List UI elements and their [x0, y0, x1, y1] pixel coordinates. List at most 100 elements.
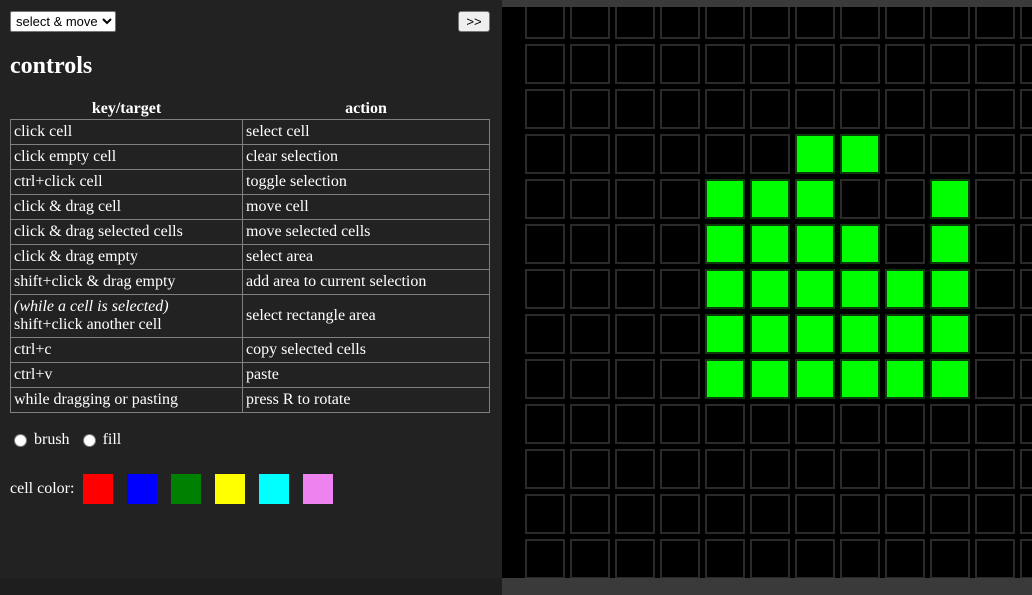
empty-cell[interactable]	[750, 89, 790, 129]
live-cell[interactable]	[795, 359, 835, 399]
empty-cell[interactable]	[660, 359, 700, 399]
empty-cell[interactable]	[750, 7, 790, 39]
empty-cell[interactable]	[570, 449, 610, 489]
empty-cell[interactable]	[660, 404, 700, 444]
live-cell[interactable]	[750, 314, 790, 354]
empty-cell[interactable]	[615, 44, 655, 84]
empty-cell[interactable]	[975, 179, 1015, 219]
empty-cell[interactable]	[795, 539, 835, 578]
color-swatch-cyan[interactable]	[259, 474, 290, 504]
empty-cell[interactable]	[705, 89, 745, 129]
empty-cell[interactable]	[525, 7, 565, 39]
empty-cell[interactable]	[840, 449, 880, 489]
live-cell[interactable]	[705, 359, 745, 399]
empty-cell[interactable]	[615, 494, 655, 534]
brush-option[interactable]: brush	[10, 431, 70, 449]
live-cell[interactable]	[930, 224, 970, 264]
empty-cell[interactable]	[615, 404, 655, 444]
empty-cell[interactable]	[750, 449, 790, 489]
live-cell[interactable]	[840, 224, 880, 264]
empty-cell[interactable]	[660, 179, 700, 219]
empty-cell[interactable]	[660, 539, 700, 578]
empty-cell[interactable]	[885, 449, 925, 489]
empty-cell[interactable]	[570, 539, 610, 578]
empty-cell[interactable]	[975, 7, 1015, 39]
empty-cell[interactable]	[840, 44, 880, 84]
empty-cell[interactable]	[1020, 314, 1032, 354]
empty-cell[interactable]	[930, 89, 970, 129]
empty-cell[interactable]	[975, 224, 1015, 264]
empty-cell[interactable]	[885, 404, 925, 444]
empty-cell[interactable]	[705, 44, 745, 84]
empty-cell[interactable]	[615, 7, 655, 39]
live-cell[interactable]	[885, 359, 925, 399]
empty-cell[interactable]	[885, 179, 925, 219]
live-cell[interactable]	[840, 134, 880, 174]
mode-select[interactable]: select & move	[10, 11, 116, 32]
live-cell[interactable]	[885, 314, 925, 354]
empty-cell[interactable]	[930, 539, 970, 578]
live-cell[interactable]	[795, 179, 835, 219]
brush-radio[interactable]	[14, 433, 27, 447]
empty-cell[interactable]	[975, 449, 1015, 489]
color-swatch-green[interactable]	[171, 474, 202, 504]
color-swatch-red[interactable]	[83, 474, 114, 504]
empty-cell[interactable]	[885, 494, 925, 534]
empty-cell[interactable]	[1020, 449, 1032, 489]
empty-cell[interactable]	[525, 134, 565, 174]
empty-cell[interactable]	[750, 404, 790, 444]
empty-cell[interactable]	[660, 449, 700, 489]
empty-cell[interactable]	[525, 359, 565, 399]
live-cell[interactable]	[705, 269, 745, 309]
empty-cell[interactable]	[705, 449, 745, 489]
empty-cell[interactable]	[525, 224, 565, 264]
empty-cell[interactable]	[975, 89, 1015, 129]
empty-cell[interactable]	[975, 539, 1015, 578]
empty-cell[interactable]	[1020, 7, 1032, 39]
empty-cell[interactable]	[975, 404, 1015, 444]
empty-cell[interactable]	[1020, 359, 1032, 399]
color-swatch-yellow[interactable]	[215, 474, 246, 504]
empty-cell[interactable]	[570, 269, 610, 309]
empty-cell[interactable]	[615, 134, 655, 174]
empty-cell[interactable]	[1020, 224, 1032, 264]
empty-cell[interactable]	[525, 404, 565, 444]
empty-cell[interactable]	[975, 314, 1015, 354]
empty-cell[interactable]	[615, 359, 655, 399]
live-cell[interactable]	[795, 269, 835, 309]
empty-cell[interactable]	[615, 314, 655, 354]
empty-cell[interactable]	[1020, 494, 1032, 534]
empty-cell[interactable]	[885, 134, 925, 174]
empty-cell[interactable]	[660, 134, 700, 174]
empty-cell[interactable]	[930, 44, 970, 84]
empty-cell[interactable]	[795, 449, 835, 489]
empty-cell[interactable]	[660, 7, 700, 39]
empty-cell[interactable]	[975, 44, 1015, 84]
empty-cell[interactable]	[885, 89, 925, 129]
empty-cell[interactable]	[615, 89, 655, 129]
live-cell[interactable]	[750, 224, 790, 264]
live-cell[interactable]	[795, 134, 835, 174]
empty-cell[interactable]	[840, 179, 880, 219]
empty-cell[interactable]	[930, 7, 970, 39]
empty-cell[interactable]	[885, 44, 925, 84]
empty-cell[interactable]	[795, 89, 835, 129]
empty-cell[interactable]	[840, 404, 880, 444]
empty-cell[interactable]	[750, 539, 790, 578]
empty-cell[interactable]	[570, 89, 610, 129]
game-board[interactable]	[502, 7, 1032, 578]
color-swatch-blue[interactable]	[127, 474, 158, 504]
live-cell[interactable]	[840, 359, 880, 399]
empty-cell[interactable]	[975, 359, 1015, 399]
live-cell[interactable]	[750, 179, 790, 219]
empty-cell[interactable]	[1020, 539, 1032, 578]
empty-cell[interactable]	[525, 89, 565, 129]
live-cell[interactable]	[840, 269, 880, 309]
empty-cell[interactable]	[885, 224, 925, 264]
empty-cell[interactable]	[570, 494, 610, 534]
live-cell[interactable]	[705, 224, 745, 264]
live-cell[interactable]	[930, 359, 970, 399]
empty-cell[interactable]	[615, 539, 655, 578]
empty-cell[interactable]	[570, 179, 610, 219]
empty-cell[interactable]	[795, 404, 835, 444]
